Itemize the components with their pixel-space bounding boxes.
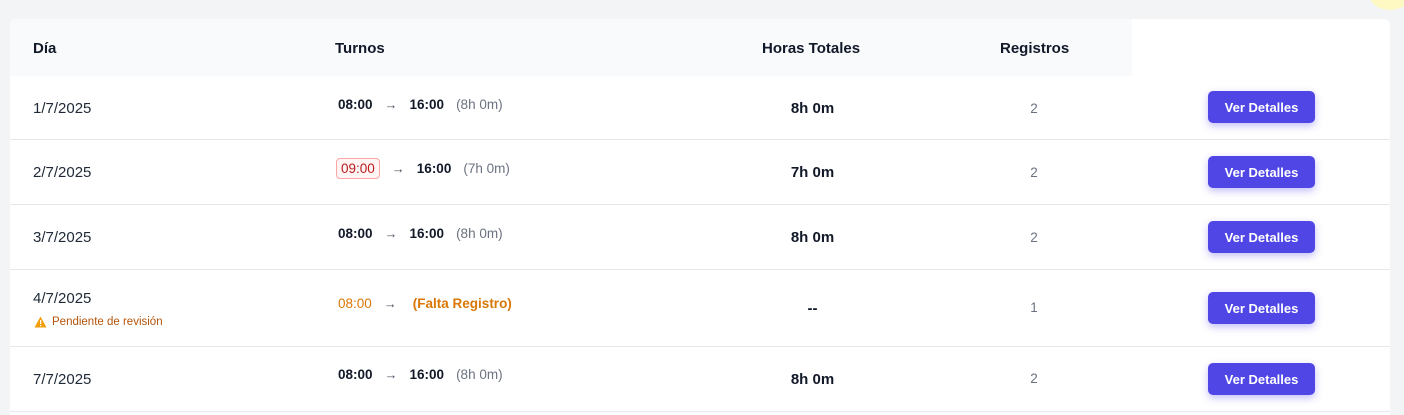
arrow-icon: →	[384, 97, 398, 112]
table-row: 1/7/2025 08:00 → 16:00 (8h 0m) 8h 0m 2 V…	[10, 76, 1390, 140]
records-count: 2	[1030, 371, 1038, 386]
total-hours: 8h 0m	[790, 229, 835, 246]
day-cell: 4/7/2025	[33, 290, 92, 307]
records-count: 2	[1030, 101, 1038, 116]
arrow-icon: →	[383, 296, 397, 311]
table-row: 3/7/2025 08:00 → 16:00 (8h 0m) 8h 0m 2 V…	[10, 205, 1390, 270]
table-header: Día Turnos Horas Totales Registros	[10, 19, 1132, 76]
corner-decoration	[1370, 0, 1404, 10]
shift-cell: 09:00 → 16:00 (7h 0m)	[336, 158, 510, 179]
warning-icon	[34, 316, 47, 328]
header-records: Registros	[1000, 40, 1070, 57]
header-total-hours: Horas Totales	[762, 40, 861, 57]
shift-end: 16:00	[409, 97, 445, 112]
missing-record-label: (Falta Registro)	[412, 296, 512, 311]
shift-start: 08:00	[338, 296, 372, 311]
shift-cell: 08:00 → 16:00 (8h 0m)	[338, 97, 503, 112]
shift-cell: 08:00 → (Falta Registro)	[338, 296, 512, 311]
shift-duration: (8h 0m)	[456, 226, 503, 241]
arrow-icon: →	[391, 161, 405, 176]
day-cell: 7/7/2025	[33, 371, 92, 388]
shift-start: 08:00	[338, 367, 373, 382]
pending-review-label: Pendiente de revisión	[52, 316, 163, 328]
total-hours: --	[807, 300, 818, 317]
attendance-table: Día Turnos Horas Totales Registros 1/7/2…	[10, 19, 1390, 415]
shift-cell: 08:00 → 16:00 (8h 0m)	[338, 367, 503, 382]
shift-end: 16:00	[409, 226, 445, 241]
records-count: 1	[1030, 300, 1038, 315]
shift-cell: 08:00 → 16:00 (8h 0m)	[338, 226, 503, 241]
arrow-icon: →	[384, 226, 398, 241]
day-cell: 3/7/2025	[33, 229, 92, 246]
total-hours: 7h 0m	[790, 164, 835, 181]
shift-duration: (7h 0m)	[463, 161, 510, 176]
view-details-button[interactable]: Ver Detalles	[1208, 91, 1315, 123]
shift-start: 08:00	[338, 226, 373, 241]
pending-review-badge: Pendiente de revisión	[34, 316, 163, 328]
shift-end: 16:00	[416, 161, 452, 176]
view-details-button[interactable]: Ver Detalles	[1208, 156, 1315, 188]
shift-end: 16:00	[409, 367, 445, 382]
shift-start: 08:00	[338, 97, 373, 112]
view-details-button[interactable]: Ver Detalles	[1208, 221, 1315, 253]
view-details-button[interactable]: Ver Detalles	[1208, 292, 1315, 324]
shift-duration: (8h 0m)	[456, 97, 503, 112]
view-details-button[interactable]: Ver Detalles	[1208, 363, 1315, 395]
table-row: 7/7/2025 08:00 → 16:00 (8h 0m) 8h 0m 2 V…	[10, 347, 1390, 412]
day-cell: 1/7/2025	[33, 100, 92, 117]
table-row: 2/7/2025 09:00 → 16:00 (7h 0m) 7h 0m 2 V…	[10, 140, 1390, 205]
header-day: Día	[33, 40, 57, 57]
header-shifts: Turnos	[335, 40, 385, 57]
shift-start-late: 09:00	[336, 158, 380, 179]
arrow-icon: →	[384, 367, 398, 382]
total-hours: 8h 0m	[790, 100, 835, 117]
shift-duration: (8h 0m)	[456, 367, 503, 382]
total-hours: 8h 0m	[790, 371, 835, 388]
records-count: 2	[1030, 165, 1038, 180]
records-count: 2	[1030, 230, 1038, 245]
day-cell: 2/7/2025	[33, 164, 92, 181]
table-row: 4/7/2025 Pendiente de revisión 08:00 → (…	[10, 270, 1390, 347]
